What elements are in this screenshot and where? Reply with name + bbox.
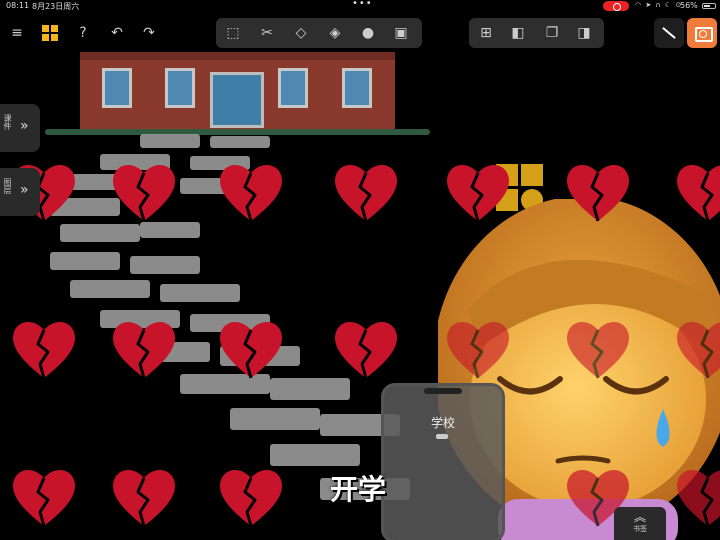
status-bar: 08:11 8月23日周六 ••• ◠ ➤ ∩ ☾ ⊙ 56%	[0, 0, 720, 12]
screen-record-icon	[603, 1, 629, 11]
broken-heart-emoji	[677, 470, 720, 527]
paint-bucket-icon[interactable]: ◈	[326, 24, 344, 42]
pencil-icon[interactable]	[654, 18, 684, 48]
broken-heart-emoji	[220, 469, 282, 527]
page-tools-group: ⊞ ◧ ❐ ◨	[469, 18, 604, 48]
double-chevron-right-icon: »	[20, 182, 29, 198]
bookmark-label: 书签	[633, 525, 647, 533]
camera-icon[interactable]	[687, 18, 717, 48]
side-tab-label: 课件	[3, 114, 12, 130]
status-time: 08:11	[6, 1, 30, 10]
broken-heart-emoji	[113, 469, 175, 527]
broken-heart-emoji	[677, 322, 720, 379]
caption-text: 开学	[330, 473, 387, 506]
multitask-dots[interactable]: •••	[352, 0, 373, 9]
eraser-icon[interactable]: ◇	[292, 24, 310, 42]
add-page-icon[interactable]: ⊞	[477, 24, 495, 42]
status-date: 8月23日周六	[32, 2, 80, 11]
image-add-icon[interactable]: ▣	[392, 24, 410, 42]
phone-badge	[436, 434, 448, 439]
broken-heart-emoji	[447, 164, 509, 222]
question-icon[interactable]: ?	[74, 24, 92, 42]
grid-icon[interactable]	[42, 25, 58, 41]
broken-heart-emoji	[13, 469, 75, 527]
toolbar: ≡ ? ↶ ↷ ⬚ ✂ ◇ ◈ ● ▣ ⊞ ◧ ❐ ◨	[0, 14, 720, 52]
status-icons: ◠ ➤ ∩ ☾ ⊙	[635, 1, 682, 9]
broken-heart-emoji	[113, 164, 175, 222]
side-tab-layers[interactable]: 图层 »	[0, 168, 40, 216]
broken-heart-emoji	[567, 321, 629, 379]
wifi-icon: ◠	[635, 1, 643, 9]
side-tab-courseware[interactable]: 课件 »	[0, 104, 40, 152]
broken-heart-emoji	[677, 165, 720, 222]
moon-icon: ☾	[664, 1, 673, 9]
drawing-tools-group: ⬚ ✂ ◇ ◈ ● ▣	[216, 18, 422, 48]
broken-heart-emoji	[220, 321, 282, 379]
undo-icon[interactable]: ↶	[108, 24, 126, 42]
selection-icon[interactable]: ⬚	[224, 24, 242, 42]
broken-heart-emoji	[13, 321, 75, 379]
scissors-icon[interactable]: ✂	[258, 24, 276, 42]
school-building	[80, 52, 395, 132]
broken-heart-emoji	[220, 164, 282, 222]
mirror-icon[interactable]: ◨	[575, 24, 593, 42]
broken-heart-emoji	[113, 321, 175, 379]
battery-level	[704, 5, 710, 7]
bookmark-button[interactable]: ︽ 书签	[614, 507, 666, 540]
location-icon: ➤	[645, 1, 653, 9]
side-tab-label: 图层	[3, 178, 12, 194]
double-chevron-right-icon: »	[20, 118, 29, 134]
phone-notch	[424, 388, 462, 394]
battery-icon	[702, 3, 716, 9]
broken-heart-emoji	[447, 321, 509, 379]
circle-icon[interactable]: ●	[359, 24, 377, 42]
headphones-icon: ∩	[655, 1, 662, 9]
phone-preview[interactable]: 学校	[381, 383, 505, 540]
redo-icon[interactable]: ↷	[140, 24, 158, 42]
copy-icon[interactable]: ❐	[543, 24, 561, 42]
chevron-up-icon: ︽	[633, 510, 646, 524]
canvas[interactable]	[0, 52, 720, 540]
hamburger-icon[interactable]: ≡	[8, 24, 26, 42]
phone-title: 学校	[430, 416, 455, 430]
broken-heart-emoji	[335, 321, 397, 379]
battery-percent: 56%	[680, 1, 698, 10]
broken-heart-emoji	[335, 164, 397, 222]
broken-heart-emoji	[567, 164, 629, 222]
split-icon[interactable]: ◧	[509, 24, 527, 42]
